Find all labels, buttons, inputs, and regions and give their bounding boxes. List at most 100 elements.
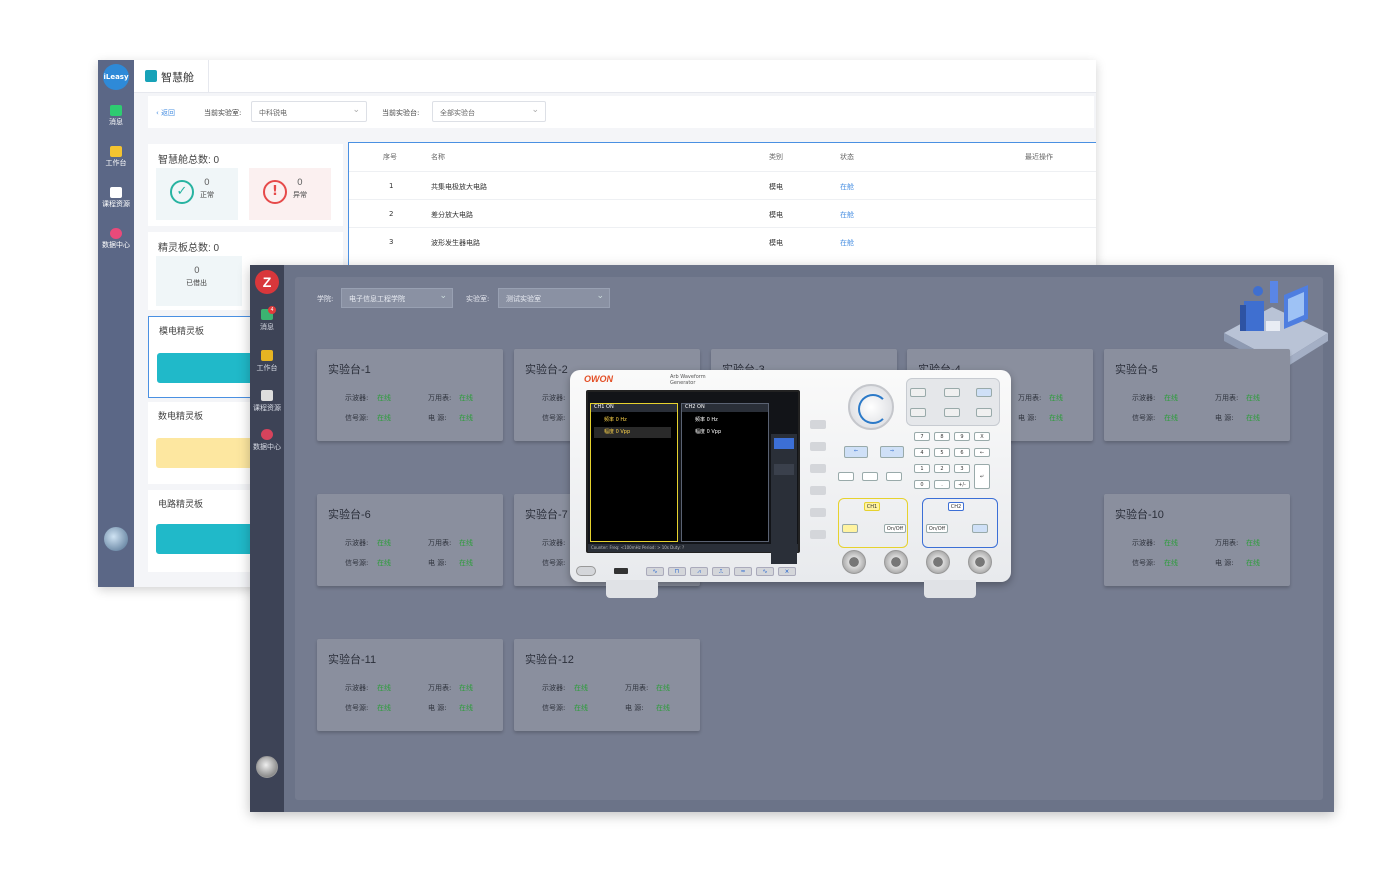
scope-label: 示波器: — [345, 394, 369, 402]
arrow-left-icon[interactable]: ⇐ — [844, 446, 868, 458]
pulse-wave-icon[interactable]: ⎍ — [712, 567, 730, 576]
key-backspace[interactable]: ← — [974, 448, 990, 457]
ch1-onoff-key[interactable]: On/Off — [884, 524, 906, 533]
front-nav-course[interactable]: 课程资源 — [250, 390, 284, 413]
check-icon: ✓ — [170, 180, 194, 204]
key-0[interactable]: 0 — [914, 480, 930, 489]
ch2-trigger-key[interactable] — [972, 524, 988, 533]
ch1-key[interactable]: CH1 — [864, 502, 880, 511]
soft-key[interactable] — [810, 420, 826, 429]
scope-label: 示波器: — [345, 539, 369, 547]
bench-card[interactable]: 实验台-6 示波器: 在线 万用表: 在线 信号源: 在线电 源: 在线 — [317, 494, 503, 586]
rotary-knob[interactable] — [848, 384, 894, 430]
burst-key[interactable] — [886, 472, 902, 481]
sweep-key[interactable] — [862, 472, 878, 481]
key-sign[interactable]: +/- — [954, 480, 970, 489]
back-nav-course[interactable]: 课程资源 — [98, 187, 134, 209]
back-link[interactable]: ‹ 返回 — [156, 108, 175, 118]
power-status: 在线 — [459, 704, 473, 712]
key-dot[interactable]: . — [934, 480, 950, 489]
table-row[interactable]: 3 波形发生器电路 模电 在舱 — [349, 227, 1096, 255]
ch2-onoff-key[interactable]: On/Off — [926, 524, 948, 533]
ch2-key[interactable]: CH2 — [948, 502, 964, 511]
back-nav-message[interactable]: 消息 — [98, 105, 134, 127]
enter-icon[interactable]: ↵ — [974, 464, 990, 489]
key-8[interactable]: 8 — [934, 432, 950, 441]
avatar[interactable] — [256, 756, 278, 778]
key-clear[interactable]: X — [974, 432, 990, 441]
key-1[interactable]: 1 — [914, 464, 930, 473]
lab-select[interactable]: 测试实验室 — [498, 288, 610, 308]
arrow-right-icon[interactable]: ⇒ — [880, 446, 904, 458]
arb-wave-icon[interactable]: ⩙ — [778, 567, 796, 576]
menu-key[interactable] — [976, 408, 992, 417]
front-nav-message[interactable]: 4 消息 — [250, 306, 284, 332]
power-status: 在线 — [1049, 414, 1063, 422]
soft-key[interactable] — [810, 486, 826, 495]
meter-status: 在线 — [459, 394, 473, 402]
bench-card[interactable]: 实验台-1 示波器: 在线 万用表: 在线 信号源: 在线电 源: 在线 — [317, 349, 503, 441]
key-5[interactable]: 5 — [934, 448, 950, 457]
soft-key[interactable] — [810, 442, 826, 451]
menu-key[interactable] — [944, 408, 960, 417]
college-label: 学院: — [317, 295, 334, 303]
back-header: 智慧舱 — [134, 60, 1096, 93]
menu-key[interactable] — [976, 388, 992, 397]
bench-card[interactable]: 实验台-11 示波器: 在线 万用表: 在线 信号源: 在线电 源: 在线 — [317, 639, 503, 731]
noise-wave-icon[interactable]: ≈ — [734, 567, 752, 576]
borrowed-stat: 0 已借出 — [156, 256, 242, 306]
power-label: 电 源: — [428, 414, 447, 422]
power-status: 在线 — [1246, 559, 1260, 567]
sine-wave-icon[interactable]: ∿ — [646, 567, 664, 576]
bench-title: 实验台-5 — [1115, 364, 1158, 376]
bench-card[interactable]: 实验台-5 示波器: 在线 万用表: 在线 信号源: 在线电 源: 在线 — [1104, 349, 1290, 441]
bnc-connector — [926, 550, 950, 574]
bench-title: 实验台-1 — [328, 364, 371, 376]
avatar[interactable] — [104, 527, 128, 551]
workbench-icon — [110, 146, 122, 157]
mod-key[interactable] — [838, 472, 854, 481]
scope-status: 在线 — [1164, 394, 1178, 402]
back-nav-data[interactable]: 数据中心 — [98, 228, 134, 250]
table-row[interactable]: 1 共集电极放大电路 模电 在舱 — [349, 171, 1096, 199]
front-nav-workbench[interactable]: 工作台 — [250, 350, 284, 373]
power-button[interactable] — [576, 566, 596, 576]
scope-label: 示波器: — [1132, 394, 1156, 402]
model-label: Arb Waveform Generator — [670, 374, 706, 386]
counter-bar: Counter: Freq: <100mHz Period: > 10s Dut… — [588, 544, 798, 552]
college-select[interactable]: 电子信息工程学院 — [341, 288, 453, 308]
signal-status: 在线 — [377, 414, 391, 422]
ch1-trigger-key[interactable] — [842, 524, 858, 533]
bench-select[interactable]: 全部实验台 — [432, 101, 546, 122]
lab-label: 实验室: — [466, 295, 490, 303]
square-wave-icon[interactable]: ⊓ — [668, 567, 686, 576]
front-nav-data[interactable]: 数据中心 — [250, 429, 284, 452]
back-nav-workbench[interactable]: 工作台 — [98, 146, 134, 168]
signal-status: 在线 — [1164, 559, 1178, 567]
bench-card[interactable]: 实验台-12 示波器: 在线 万用表: 在线 信号源: 在线电 源: 在线 — [514, 639, 700, 731]
key-2[interactable]: 2 — [934, 464, 950, 473]
menu-key[interactable] — [910, 408, 926, 417]
table-row[interactable]: 2 差分放大电路 模电 在舱 — [349, 199, 1096, 227]
key-9[interactable]: 9 — [954, 432, 970, 441]
menu-key[interactable] — [910, 388, 926, 397]
harmonic-wave-icon[interactable]: ∿ — [756, 567, 774, 576]
key-3[interactable]: 3 — [954, 464, 970, 473]
signal-status: 在线 — [377, 704, 391, 712]
bnc-connector — [968, 550, 992, 574]
scope-label: 示波器: — [542, 539, 566, 547]
ramp-wave-icon[interactable]: ⩘ — [690, 567, 708, 576]
bench-card[interactable]: 实验台-10 示波器: 在线 万用表: 在线 信号源: 在线电 源: 在线 — [1104, 494, 1290, 586]
key-4[interactable]: 4 — [914, 448, 930, 457]
front-filter-bar: 学院: 电子信息工程学院 实验室: 测试实验室 — [295, 277, 1323, 321]
soft-key[interactable] — [810, 508, 826, 517]
unread-badge: 4 — [268, 306, 276, 314]
menu-key[interactable] — [944, 388, 960, 397]
brand-logo: OWON — [584, 374, 613, 384]
soft-key[interactable] — [810, 464, 826, 473]
key-6[interactable]: 6 — [954, 448, 970, 457]
app-logo: iLeasy — [103, 64, 129, 90]
lab-select[interactable]: 中科锐电 — [251, 101, 367, 122]
soft-key[interactable] — [810, 530, 826, 539]
key-7[interactable]: 7 — [914, 432, 930, 441]
